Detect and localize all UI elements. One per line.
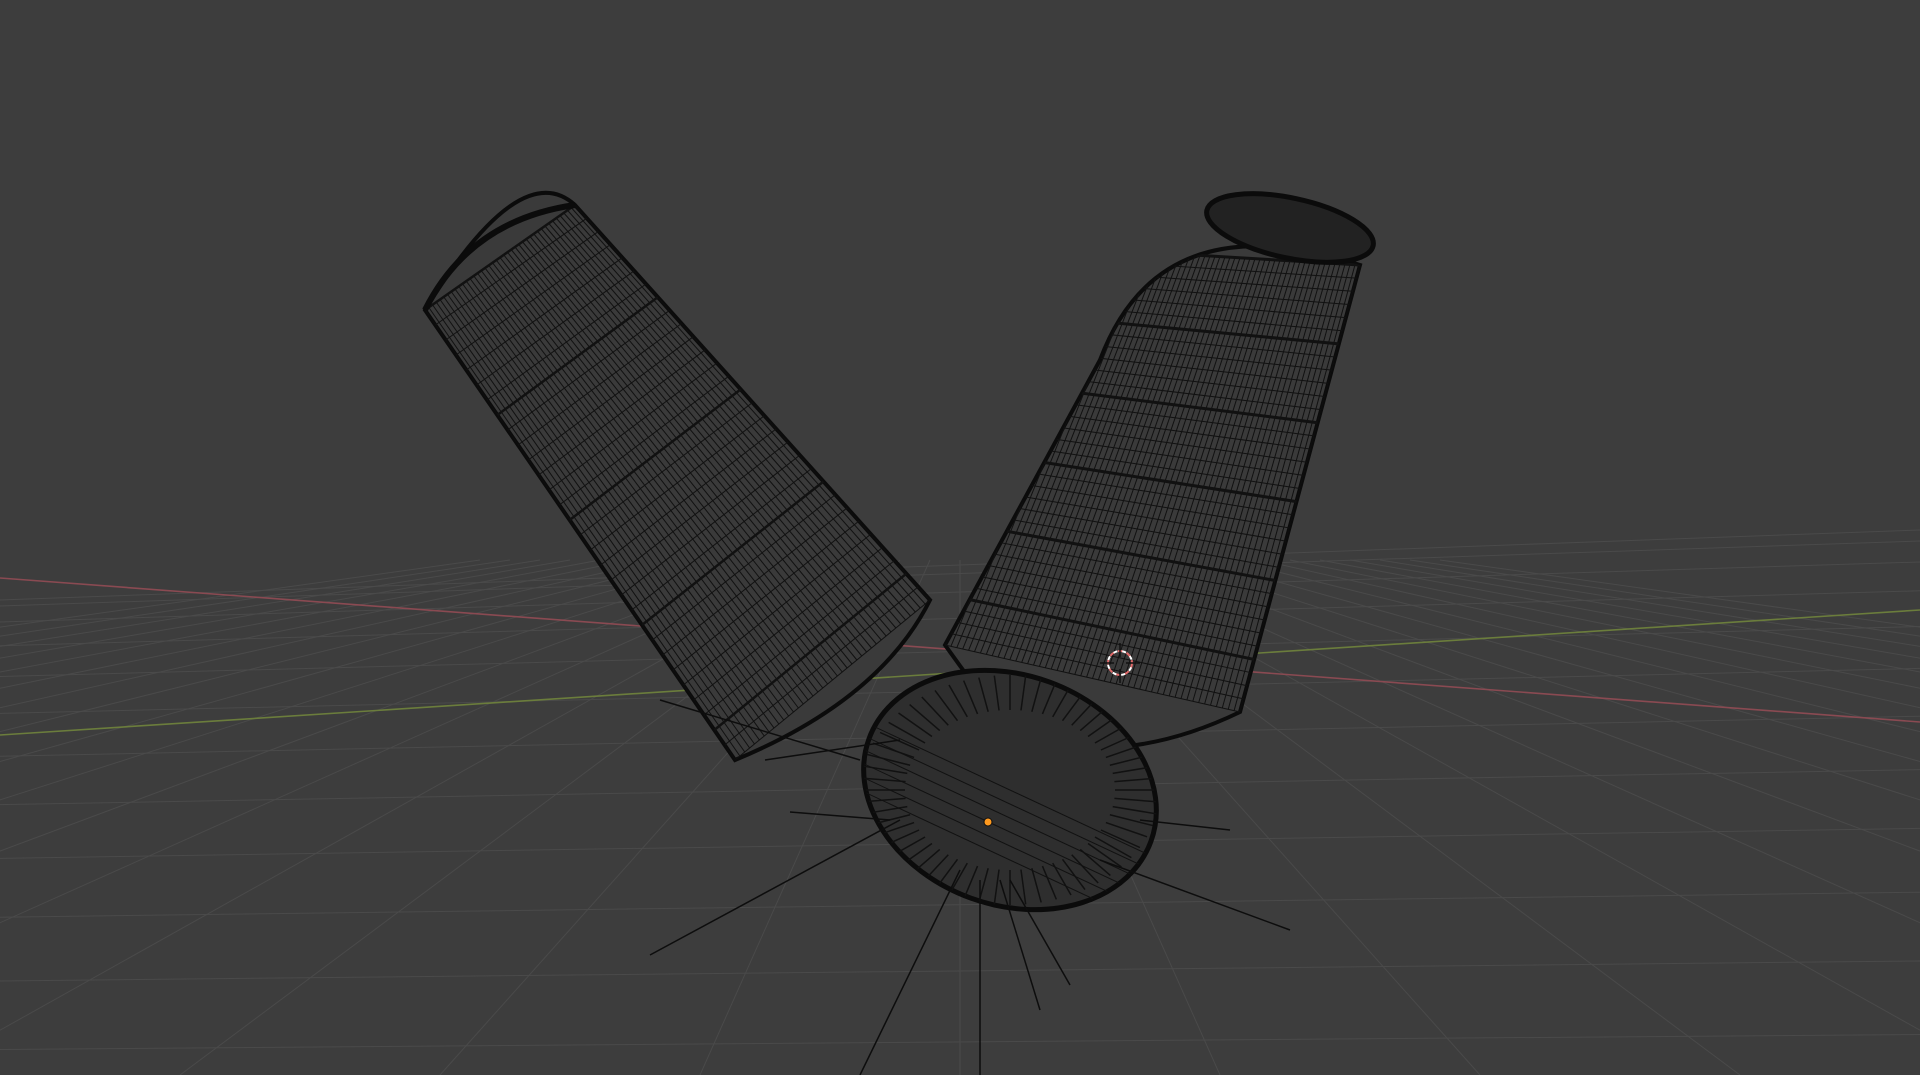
helper-line [859, 869, 961, 1075]
helper-line [649, 819, 901, 956]
3d-viewport[interactable] [0, 0, 1920, 1075]
grid-line [0, 559, 691, 733]
grid-line [1199, 559, 1920, 763]
grid-line [0, 559, 661, 709]
grid-line [0, 559, 511, 637]
object-origin-dot[interactable] [983, 817, 993, 827]
grid-line [1259, 559, 1920, 709]
lens-body-object[interactable] [830, 181, 1380, 949]
lens-cap-silhouette [422, 190, 933, 763]
grid-line [1379, 559, 1920, 647]
lens-cap-object[interactable] [422, 190, 933, 763]
helper-line [1099, 859, 1291, 931]
grid-line [0, 559, 541, 647]
grid-line [0, 559, 481, 628]
viewport-scene[interactable] [0, 0, 1920, 1075]
grid-line [1349, 559, 1920, 659]
grid-line [1229, 559, 1920, 733]
grid-line [0, 559, 721, 763]
